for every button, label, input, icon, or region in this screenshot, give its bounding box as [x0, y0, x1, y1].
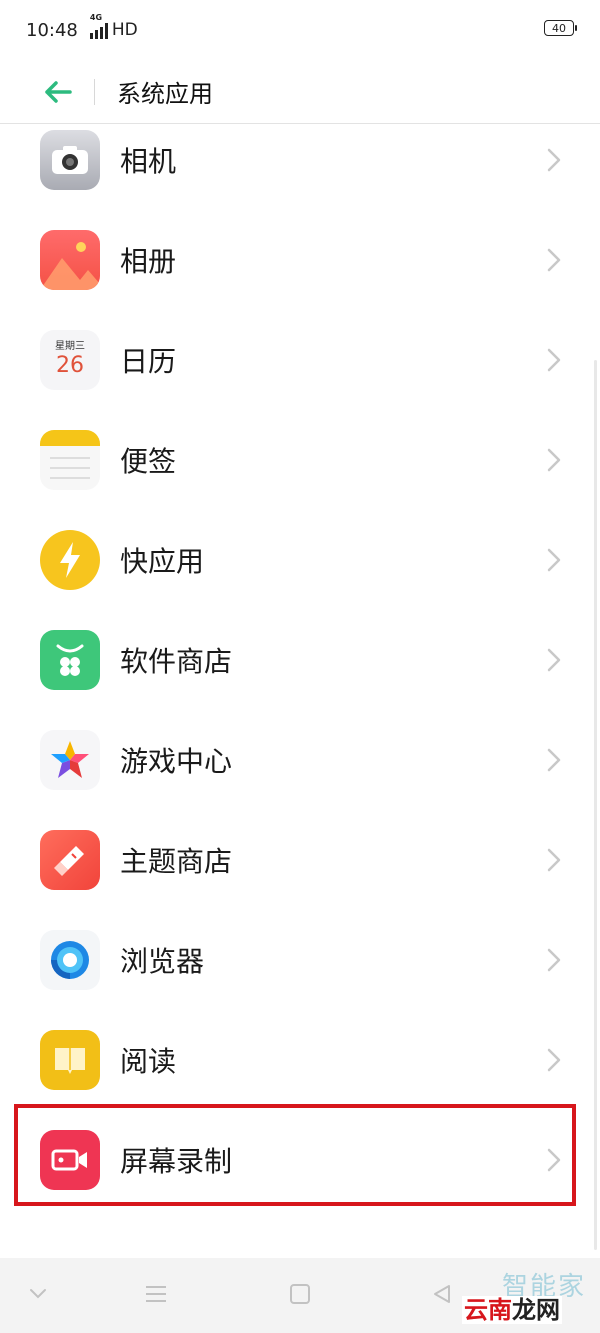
- chevron-right-icon: [547, 248, 561, 272]
- chevron-right-icon: [547, 448, 561, 472]
- chevron-right-icon: [547, 348, 561, 372]
- network-type: 4G: [89, 13, 103, 22]
- battery-icon: 40: [544, 20, 577, 36]
- signal-icon: 4G: [89, 13, 108, 39]
- back-triangle-icon[interactable]: [426, 1278, 458, 1310]
- list-item-reading[interactable]: 阅读: [0, 1010, 600, 1110]
- list-item-label: 软件商店: [120, 645, 233, 678]
- chevron-right-icon: [547, 948, 561, 972]
- home-icon[interactable]: [284, 1278, 316, 1310]
- chevron-right-icon: [547, 148, 561, 172]
- watermark-logo: 智能家 云南龙网: [462, 1266, 592, 1328]
- calendar-icon: 星期三 26: [40, 330, 100, 390]
- calendar-weekday: 星期三: [55, 341, 85, 352]
- reading-icon: [40, 1030, 100, 1090]
- camera-icon: [40, 130, 100, 190]
- status-bar: 10:48 4G HD 40: [0, 0, 600, 60]
- list-item-label: 游戏中心: [120, 745, 233, 778]
- list-item-camera[interactable]: 相机: [0, 110, 600, 210]
- chevron-right-icon: [547, 748, 561, 772]
- list-item-quick-app[interactable]: 快应用: [0, 510, 600, 610]
- list-item-photos[interactable]: 相册: [0, 210, 600, 310]
- list-item-browser[interactable]: 浏览器: [0, 910, 600, 1010]
- list-item-label: 阅读: [120, 1045, 177, 1078]
- browser-icon: [40, 930, 100, 990]
- photos-icon: [40, 230, 100, 290]
- list-item-app-store[interactable]: 软件商店: [0, 610, 600, 710]
- menu-icon[interactable]: [140, 1278, 172, 1310]
- game-center-icon: [40, 730, 100, 790]
- status-time: 10:48: [26, 19, 78, 41]
- back-arrow-icon[interactable]: [40, 74, 76, 110]
- chevron-right-icon: [547, 1048, 561, 1072]
- quick-app-icon: [40, 530, 100, 590]
- list-item-game-center[interactable]: 游戏中心: [0, 710, 600, 810]
- list-item-notes[interactable]: 便签: [0, 410, 600, 510]
- highlight-box: [14, 1104, 576, 1206]
- list-item-label: 主题商店: [120, 845, 233, 878]
- list-item-label: 日历: [120, 345, 177, 378]
- list-item-calendar[interactable]: 星期三 26 日历: [0, 310, 600, 410]
- list-item-label: 快应用: [120, 545, 205, 578]
- notes-icon: [40, 430, 100, 490]
- scrollbar[interactable]: [594, 360, 597, 1250]
- list-item-label: 相册: [120, 245, 177, 278]
- header-divider: [94, 78, 95, 105]
- chevron-right-icon: [547, 848, 561, 872]
- list-item-label: 相机: [120, 145, 177, 178]
- watermark-bottom-text: 云南龙网: [462, 1296, 562, 1324]
- app-store-icon: [40, 630, 100, 690]
- theme-store-icon: [40, 830, 100, 890]
- calendar-day: 26: [56, 353, 84, 378]
- page-title: 系统应用: [117, 80, 213, 108]
- list-item-label: 浏览器: [120, 945, 205, 978]
- system-app-list: 相机 相册 星期三 26 日历 便签 快应用 软件商店 游戏中心 主题商店 浏览…: [0, 110, 600, 1210]
- list-item-label: 便签: [120, 445, 177, 478]
- chevron-right-icon: [547, 648, 561, 672]
- list-item-theme-store[interactable]: 主题商店: [0, 810, 600, 910]
- hd-indicator: HD: [111, 20, 138, 40]
- chevron-down-icon[interactable]: [22, 1278, 54, 1310]
- chevron-right-icon: [547, 548, 561, 572]
